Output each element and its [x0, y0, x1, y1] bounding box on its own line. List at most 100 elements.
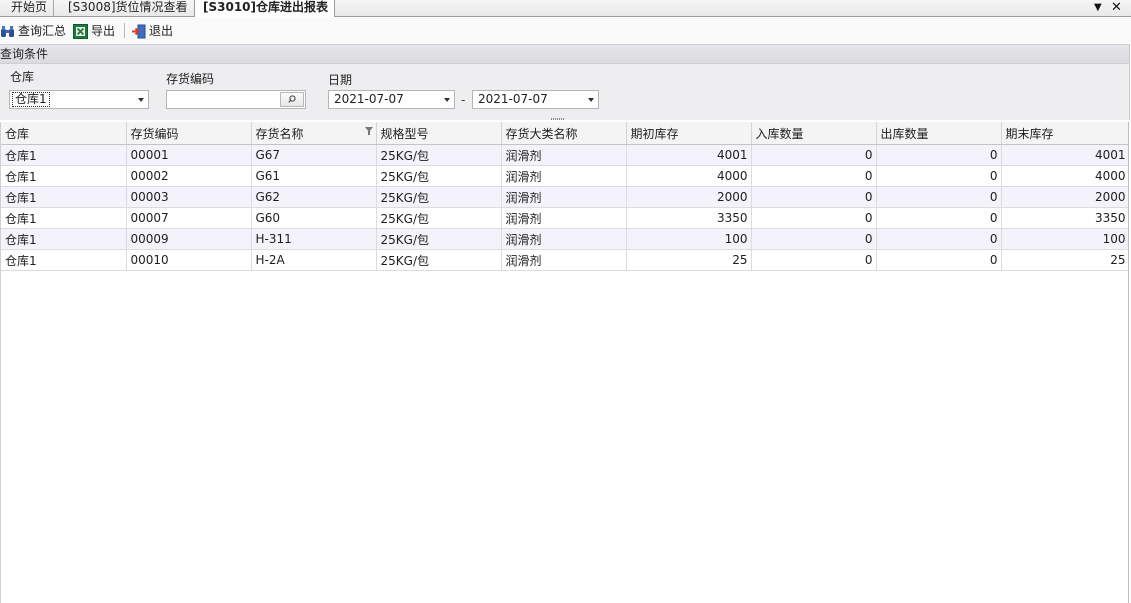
cell-item-name[interactable]: H-2A [251, 249, 377, 271]
cell-category[interactable]: 润滑剂 [501, 249, 627, 271]
cell-in-qty[interactable]: 0 [751, 186, 877, 208]
cell-item-code[interactable]: 00009 [126, 228, 252, 250]
column-header-in-qty[interactable]: 入库数量 [751, 122, 877, 145]
column-header-item-name[interactable]: 存货名称 [251, 122, 377, 145]
column-header-closing-stock[interactable]: 期末库存 [1001, 122, 1128, 145]
cell-category[interactable]: 润滑剂 [501, 228, 627, 250]
cell-out-qty[interactable]: 0 [876, 186, 1002, 208]
date-to-picker[interactable]: 2021-07-07 [472, 90, 599, 109]
column-header-category[interactable]: 存货大类名称 [501, 122, 627, 145]
cell-item-name[interactable]: G60 [251, 207, 377, 229]
cell-in-qty[interactable]: 0 [751, 249, 877, 271]
cell-category[interactable]: 润滑剂 [501, 186, 627, 208]
export-label: 导出 [91, 24, 116, 38]
table-row[interactable]: 仓库1 00002 G61 25KG/包 润滑剂 4000 0 0 4000 [1, 165, 1128, 187]
chevron-down-icon [444, 98, 450, 102]
export-button[interactable]: 导出 [73, 22, 115, 40]
item-code-input[interactable] [166, 90, 306, 109]
table-row[interactable]: 仓库1 00009 H-311 25KG/包 润滑剂 100 0 0 100 [1, 228, 1128, 250]
cell-spec[interactable]: 25KG/包 [376, 228, 502, 250]
warehouse-label: 仓库 [10, 70, 35, 84]
cell-out-qty[interactable]: 0 [876, 144, 1002, 166]
cell-closing-stock[interactable]: 2000 [1001, 186, 1128, 208]
table-row[interactable]: 仓库1 00010 H-2A 25KG/包 润滑剂 25 0 0 25 [1, 249, 1128, 271]
cell-in-qty[interactable]: 0 [751, 207, 877, 229]
cell-category[interactable]: 润滑剂 [501, 207, 627, 229]
cell-closing-stock[interactable]: 4000 [1001, 165, 1128, 187]
cell-category[interactable]: 润滑剂 [501, 144, 627, 166]
cell-out-qty[interactable]: 0 [876, 249, 1002, 271]
cell-opening-stock[interactable]: 100 [626, 228, 752, 250]
table-row[interactable]: 仓库1 00001 G67 25KG/包 润滑剂 4001 0 0 4001 [1, 144, 1128, 166]
chevron-down-icon[interactable]: ▼ [1094, 0, 1102, 16]
cell-item-code[interactable]: 00002 [126, 165, 252, 187]
cell-opening-stock[interactable]: 4001 [626, 144, 752, 166]
close-icon[interactable]: ✕ [1111, 0, 1122, 16]
table-row[interactable]: 仓库1 00003 G62 25KG/包 润滑剂 2000 0 0 2000 [1, 186, 1128, 208]
excel-icon [73, 23, 88, 39]
tab-s3010[interactable]: [S3010]仓库进出报表 [194, 0, 336, 17]
cell-opening-stock[interactable]: 4000 [626, 165, 752, 187]
cell-warehouse[interactable]: 仓库1 [1, 165, 127, 187]
tab-label: 开始页 [11, 0, 48, 14]
cell-item-name[interactable]: G62 [251, 186, 377, 208]
cell-out-qty[interactable]: 0 [876, 228, 1002, 250]
cell-item-name[interactable]: G67 [251, 144, 377, 166]
cell-item-code[interactable]: 00007 [126, 207, 252, 229]
cell-spec[interactable]: 25KG/包 [376, 207, 502, 229]
column-header-spec[interactable]: 规格型号 [376, 122, 502, 145]
cell-warehouse[interactable]: 仓库1 [1, 144, 127, 166]
cell-out-qty[interactable]: 0 [876, 207, 1002, 229]
cell-warehouse[interactable]: 仓库1 [1, 186, 127, 208]
toolbar-separator [124, 23, 125, 38]
column-header-out-qty[interactable]: 出库数量 [876, 122, 1002, 145]
tab-start-page[interactable]: 开始页 [3, 0, 55, 16]
cell-closing-stock[interactable]: 100 [1001, 228, 1128, 250]
cell-opening-stock[interactable]: 2000 [626, 186, 752, 208]
tab-s3008[interactable]: [S3008]货位情况查看 [60, 0, 195, 16]
cell-in-qty[interactable]: 0 [751, 165, 877, 187]
cell-spec[interactable]: 25KG/包 [376, 165, 502, 187]
item-code-search-button[interactable] [280, 92, 304, 107]
cell-spec[interactable]: 25KG/包 [376, 249, 502, 271]
cell-item-code[interactable]: 00010 [126, 249, 252, 271]
report-grid: 仓库 存货编码 存货名称 规格型号 存货大类名称 期初库存 入库数量 出库数量 … [0, 122, 1129, 603]
cell-out-qty[interactable]: 0 [876, 165, 1002, 187]
date-range-separator: - [461, 93, 466, 107]
cell-opening-stock[interactable]: 25 [626, 249, 752, 271]
cell-opening-stock[interactable]: 3350 [626, 207, 752, 229]
column-header-opening-stock[interactable]: 期初库存 [626, 122, 752, 145]
exit-door-icon [131, 24, 146, 39]
cell-warehouse[interactable]: 仓库1 [1, 249, 127, 271]
tab-label: [S3008]货位情况查看 [68, 0, 188, 14]
cell-item-code[interactable]: 00003 [126, 186, 252, 208]
cell-closing-stock[interactable]: 4001 [1001, 144, 1128, 166]
cell-category[interactable]: 润滑剂 [501, 165, 627, 187]
exit-button[interactable]: 退出 [131, 22, 173, 40]
cell-closing-stock[interactable]: 25 [1001, 249, 1128, 271]
search-icon [288, 95, 296, 103]
cell-in-qty[interactable]: 0 [751, 228, 877, 250]
cell-spec[interactable]: 25KG/包 [376, 144, 502, 166]
cell-item-name[interactable]: G61 [251, 165, 377, 187]
table-row[interactable]: 仓库1 00007 G60 25KG/包 润滑剂 3350 0 0 3350 [1, 207, 1128, 229]
query-summary-label: 查询汇总 [18, 24, 67, 38]
warehouse-value: 仓库1 [12, 92, 50, 107]
cell-item-name[interactable]: H-311 [251, 228, 377, 250]
column-header-item-code[interactable]: 存货编码 [126, 122, 252, 145]
cell-warehouse[interactable]: 仓库1 [1, 228, 127, 250]
query-summary-button[interactable]: 查询汇总 [0, 22, 66, 40]
tab-label: [S3010]仓库进出报表 [203, 0, 329, 14]
exit-label: 退出 [149, 24, 174, 38]
cell-spec[interactable]: 25KG/包 [376, 186, 502, 208]
cell-item-code[interactable]: 00001 [126, 144, 252, 166]
warehouse-select[interactable]: 仓库1 [9, 90, 149, 109]
column-header-warehouse[interactable]: 仓库 [1, 122, 127, 145]
filter-icon[interactable] [364, 127, 373, 135]
splitter-grip-icon [551, 118, 565, 120]
cell-warehouse[interactable]: 仓库1 [1, 207, 127, 229]
cell-in-qty[interactable]: 0 [751, 144, 877, 166]
cell-closing-stock[interactable]: 3350 [1001, 207, 1128, 229]
document-tab-strip: 开始页 [S3008]货位情况查看 [S3010]仓库进出报表 ▼ ✕ [0, 0, 1131, 17]
date-from-picker[interactable]: 2021-07-07 [328, 90, 455, 109]
